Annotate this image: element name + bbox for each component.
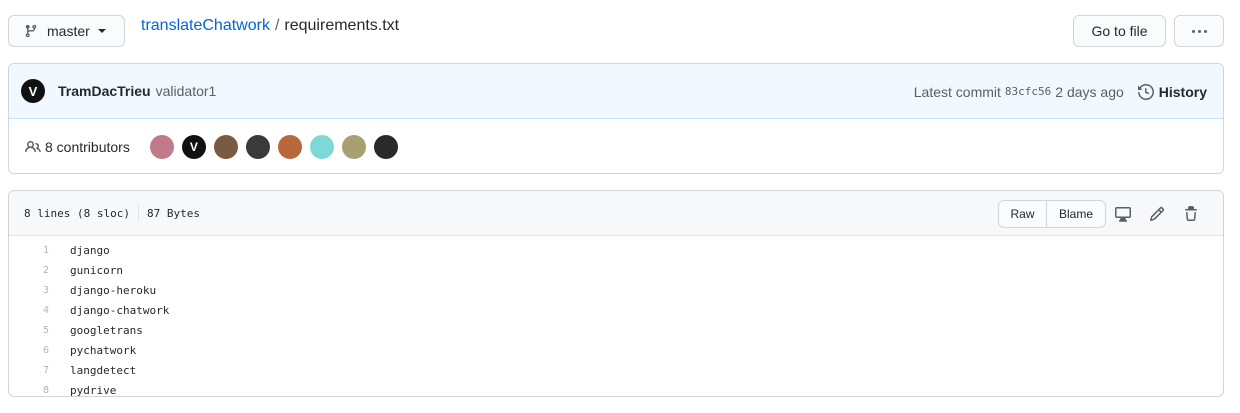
more-options-button[interactable]	[1174, 15, 1224, 47]
code-line: 1 django	[9, 240, 1223, 260]
caret-down-icon	[97, 29, 106, 33]
history-link[interactable]: History	[1137, 83, 1207, 100]
code-line: 8 pydrive	[9, 380, 1223, 397]
line-number[interactable]: 1	[9, 245, 49, 256]
breadcrumb-separator: /	[274, 17, 280, 34]
contributor-avatar[interactable]	[309, 134, 334, 159]
line-content: django	[70, 243, 110, 257]
branch-name: master	[47, 23, 90, 39]
history-icon	[1137, 83, 1154, 100]
file-viewer: 8 lines (8 sloc) 87 Bytes Raw Blame 1 dja…	[8, 190, 1224, 397]
line-number[interactable]: 2	[9, 265, 49, 276]
line-number[interactable]: 6	[9, 345, 49, 356]
file-header: 8 lines (8 sloc) 87 Bytes Raw Blame	[9, 191, 1223, 236]
contributors-row: 8 contributors V	[9, 119, 1223, 173]
file-size: 87 Bytes	[146, 206, 200, 220]
contributor-avatar[interactable]	[277, 134, 302, 159]
code-line: 6 pychatwork	[9, 340, 1223, 360]
line-content: pychatwork	[70, 343, 137, 357]
repo-link[interactable]: translateChatwork	[141, 17, 270, 35]
line-content: langdetect	[70, 363, 137, 377]
commit-box: V TramDacTrieu validator1 Latest commit …	[8, 63, 1224, 174]
code-line: 4 django-chatwork	[9, 300, 1223, 320]
code-line: 5 googletrans	[9, 320, 1223, 340]
contributor-avatar[interactable]	[149, 134, 174, 159]
line-content: pydrive	[70, 383, 117, 397]
line-content: django-chatwork	[70, 303, 170, 317]
go-to-file-button[interactable]: Go to file	[1073, 15, 1166, 47]
line-number[interactable]: 3	[9, 285, 49, 296]
contributors-link[interactable]: 8 contributors	[25, 139, 130, 155]
line-number[interactable]: 8	[9, 385, 49, 396]
line-number[interactable]: 4	[9, 305, 49, 316]
latest-commit-bar: V TramDacTrieu validator1 Latest commit …	[9, 64, 1223, 119]
file-actions-group: Raw Blame	[998, 200, 1106, 228]
line-number[interactable]: 5	[9, 325, 49, 336]
divider	[137, 205, 139, 221]
code-line: 7 langdetect	[9, 360, 1223, 380]
git-branch-icon	[25, 24, 37, 38]
history-label: History	[1158, 83, 1207, 100]
contributor-avatars: V	[149, 134, 398, 159]
code-line: 2 gunicorn	[9, 260, 1223, 280]
raw-button[interactable]: Raw	[999, 201, 1047, 227]
latest-commit-label: Latest commit	[913, 83, 1001, 100]
line-content: django-heroku	[70, 283, 157, 297]
commit-time: 2 days ago	[1055, 83, 1124, 100]
author-avatar[interactable]: V	[21, 79, 45, 103]
line-content: googletrans	[70, 323, 143, 337]
branch-selector-button[interactable]: master	[8, 15, 125, 47]
code-area: 1 django 2 gunicorn 3 django-heroku 4 django…	[9, 236, 1223, 397]
contributor-avatar[interactable]	[373, 134, 398, 159]
commit-message[interactable]: validator1	[156, 83, 217, 99]
desktop-icon[interactable]	[1115, 206, 1131, 222]
file-name: requirements.txt	[284, 17, 400, 34]
code-line: 3 django-heroku	[9, 280, 1223, 300]
line-number[interactable]: 7	[9, 365, 49, 376]
line-content: gunicorn	[70, 263, 123, 277]
file-lines-info: 8 lines (8 sloc)	[24, 206, 130, 220]
pencil-icon[interactable]	[1149, 206, 1165, 222]
contributor-avatar[interactable]	[341, 134, 366, 159]
kebab-horizontal-icon	[1191, 29, 1207, 33]
contributors-count: 8 contributors	[45, 138, 130, 155]
breadcrumb: translateChatwork / requirements.txt	[141, 17, 399, 35]
commit-author[interactable]: TramDacTrieu	[58, 83, 151, 99]
trash-icon[interactable]	[1183, 205, 1199, 222]
blame-button[interactable]: Blame	[1047, 201, 1105, 227]
contributor-avatar[interactable]: V	[181, 134, 206, 159]
people-icon	[25, 140, 41, 152]
contributor-avatar[interactable]	[213, 134, 238, 159]
commit-sha[interactable]: 83cfc56	[1005, 85, 1051, 98]
contributor-avatar[interactable]	[245, 134, 270, 159]
